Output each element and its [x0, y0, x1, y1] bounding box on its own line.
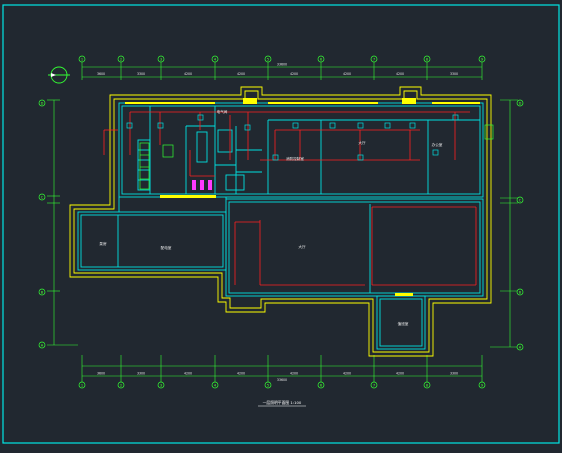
- dim-bottom-7: 4200: [396, 372, 404, 376]
- dim-bottom-6: 4200: [343, 372, 351, 376]
- dim-bottom-5: 4200: [290, 372, 298, 376]
- grid-label-7-bottom: 7: [373, 383, 375, 387]
- dimension-texts-top: 3600 3300 4200 4200 4200 4200 4200 3300 …: [97, 63, 458, 77]
- room-label-electrical: 电气间: [217, 109, 228, 114]
- room-label-duty: 值班室: [398, 321, 409, 326]
- grid-label-7: 7: [373, 57, 375, 61]
- dim-bottom-2: 3300: [137, 372, 145, 376]
- building-walls: [77, 102, 484, 350]
- dim-top-6: 4200: [343, 72, 351, 76]
- dim-top-7: 4200: [396, 72, 404, 76]
- grid-labels-right: D C B A: [519, 101, 522, 349]
- room-label-distribution: 配电室: [161, 245, 172, 250]
- grid-label-2-bottom: 2: [120, 383, 122, 387]
- grid-label-1-bottom: 1: [81, 383, 83, 387]
- left-dimension-lines: [47, 99, 78, 346]
- room-label-control: 消防控制室: [286, 156, 304, 161]
- grid-label-1: 1: [81, 57, 83, 61]
- floor-plan-drawing: 1 2 3 4 5 6 7 8 9 1 2 3 4 5 6 7 8 9 D C …: [2, 4, 560, 444]
- right-dimension-lines: [490, 99, 518, 348]
- dim-bottom-3: 4200: [184, 372, 192, 376]
- cad-canvas[interactable]: 1 2 3 4 5 6 7 8 9 1 2 3 4 5 6 7 8 9 D C …: [0, 0, 562, 449]
- grid-labels-bottom: 1 2 3 4 5 6 7 8 9: [81, 383, 484, 387]
- room-label-office: 办公室: [432, 142, 443, 147]
- grid-label-5-bottom: 5: [267, 383, 269, 387]
- grid-label-3-bottom: 3: [160, 383, 162, 387]
- lighting-wiring: [103, 111, 477, 286]
- grid-label-5: 5: [267, 57, 269, 61]
- stair-panels: [139, 124, 494, 190]
- dim-bottom-4: 4200: [237, 372, 245, 376]
- dim-top-2: 3300: [137, 72, 145, 76]
- light-fixtures: [126, 114, 459, 161]
- dim-top-overall: 33600: [277, 63, 287, 67]
- grid-labels-left: D C B A: [41, 101, 44, 347]
- dimension-texts-bottom: 3600 3300 4200 4200 4200 4200 4200 3300 …: [97, 372, 458, 383]
- room-labels: 电气间 消防控制室 大厅 办公室 大厅 泵房 配电室 值班室: [99, 109, 442, 326]
- dim-top-3: 4200: [184, 72, 192, 76]
- room-label-pump: 泵房: [99, 241, 107, 246]
- drawing-title: 一层照明平面图 1:100: [263, 400, 302, 405]
- grid-label-2: 2: [120, 57, 122, 61]
- dim-bottom-1: 3600: [97, 372, 105, 376]
- dim-top-4: 4200: [237, 72, 245, 76]
- grid-label-d: D: [41, 101, 44, 105]
- room-label-hall-lower: 大厅: [298, 244, 306, 249]
- grid-label-3: 3: [160, 57, 162, 61]
- dim-bottom-8: 3300: [450, 372, 458, 376]
- drawing-title-block: 一层照明平面图 1:100: [258, 400, 306, 407]
- dim-bottom-overall: 33600: [277, 378, 287, 382]
- fixture-markers: [192, 180, 212, 190]
- dim-top-5: 4200: [290, 72, 298, 76]
- room-label-hall-upper: 大厅: [358, 140, 366, 145]
- grid-labels-top: 1 2 3 4 5 6 7 8 9: [81, 57, 484, 61]
- dim-top-8: 3300: [450, 72, 458, 76]
- dim-top-1: 3600: [97, 72, 105, 76]
- grid-label-d-right: D: [519, 101, 522, 105]
- north-arrow-icon: [48, 66, 70, 84]
